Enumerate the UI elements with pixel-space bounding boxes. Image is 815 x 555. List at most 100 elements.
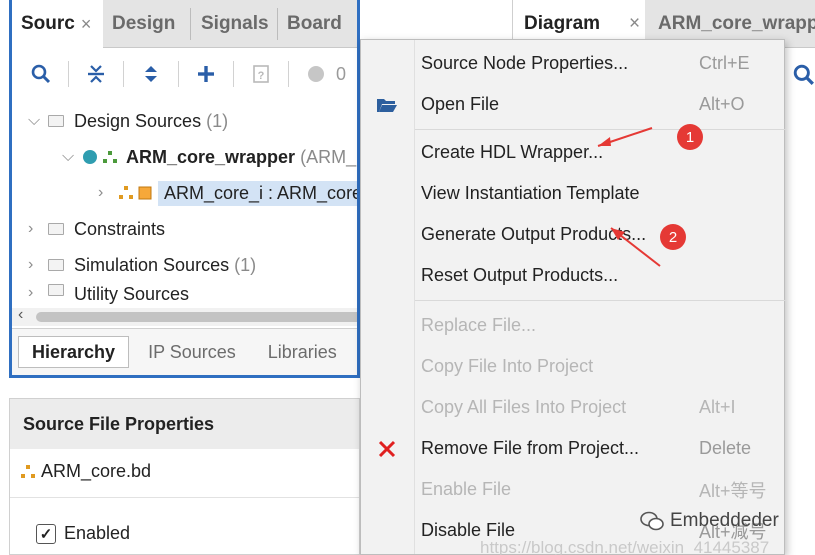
collapse-all-icon[interactable] xyxy=(83,61,109,87)
toolbar-divider xyxy=(68,61,69,87)
menu-item-label: View Instantiation Template xyxy=(421,183,640,203)
properties-file-name: ARM_core.bd xyxy=(41,461,152,481)
chevron-right-icon[interactable]: › xyxy=(28,220,48,238)
block-design-icon xyxy=(119,186,133,199)
chevron-right-icon[interactable]: › xyxy=(98,184,118,202)
watermark-text: Embeddeder xyxy=(670,510,779,531)
sources-panel: Sourc × Design Signals Board ? ? xyxy=(9,0,360,378)
menu-item-label: Replace File... xyxy=(421,315,537,335)
hierarchy-icon xyxy=(103,151,117,163)
folder-icon xyxy=(48,115,64,127)
tab-signals[interactable]: Signals xyxy=(192,0,269,48)
tab-signals-label: Signals xyxy=(201,13,269,34)
tab-divider xyxy=(190,8,191,40)
tree-node-simulation[interactable]: › Simulation Sources (1) xyxy=(28,248,256,282)
tab-board[interactable]: Board xyxy=(278,0,342,48)
source-file-properties-panel: Source File Properties ARM_core.bd ✓ Ena… xyxy=(9,398,360,555)
scroll-left-icon[interactable]: ‹ xyxy=(18,306,23,324)
tree-node-utility[interactable]: › Utility Sources xyxy=(28,284,189,306)
menu-item-copy-file-into-project: Copy File Into Project xyxy=(361,346,784,387)
tab-hierarchy[interactable]: Hierarchy xyxy=(18,336,130,368)
toolbar-divider xyxy=(288,61,289,87)
menu-item-shortcut: Alt+等号 xyxy=(699,480,767,501)
tab-design-label: Design xyxy=(112,13,176,34)
tree-node-wrapper[interactable]: ⌵ ARM_core_wrapper (ARM_ xyxy=(62,140,356,174)
open-folder-icon xyxy=(375,93,399,117)
menu-item-label: Enable File xyxy=(421,479,512,499)
tab-libraries[interactable]: Libraries xyxy=(255,336,350,368)
sources-toolbar: ? 0 xyxy=(12,48,357,100)
menu-item-shortcut: Ctrl+E xyxy=(699,53,750,73)
status-count: 0 xyxy=(336,63,347,84)
menu-item-label: Copy File Into Project xyxy=(421,356,594,376)
menu-item-label: Reset Output Products... xyxy=(421,265,619,285)
tree-node-label: Utility Sources xyxy=(74,284,190,304)
annotation-badge-2: 2 xyxy=(660,224,686,250)
add-icon[interactable] xyxy=(193,61,219,87)
menu-item-remove-file-from-project[interactable]: Remove File from Project... Delete xyxy=(361,428,784,469)
horizontal-scrollbar[interactable]: ‹ xyxy=(12,306,357,326)
menu-item-label: Copy All Files Into Project xyxy=(421,397,627,417)
expand-all-icon[interactable] xyxy=(138,61,164,87)
chevron-down-icon[interactable]: ⌵ xyxy=(62,148,82,166)
source-tree: ⌵ Design Sources (1) ⌵ ARM_core_wrapper … xyxy=(12,100,357,310)
annotation-badge-1: 1 xyxy=(677,124,703,150)
menu-item-generate-output-products[interactable]: Generate Output Products... xyxy=(361,214,784,255)
menu-item-source-node-properties[interactable]: Source Node Properties... Ctrl+E xyxy=(361,43,784,84)
search-icon[interactable] xyxy=(28,61,54,87)
menu-item-label: Remove File from Project... xyxy=(421,438,640,458)
menu-item-open-file[interactable]: Open File Alt+O xyxy=(361,84,784,125)
enabled-checkbox-row[interactable]: ✓ Enabled xyxy=(36,523,130,544)
tab-design[interactable]: Design xyxy=(103,0,175,48)
tab-ip-sources[interactable]: IP Sources xyxy=(135,336,249,368)
top-module-dot-icon xyxy=(83,150,97,164)
menu-item-label: Create HDL Wrapper... xyxy=(421,142,604,162)
toolbar-divider xyxy=(123,61,124,87)
tree-node-label: Design Sources xyxy=(74,110,202,131)
block-design-icon xyxy=(21,464,35,478)
tree-node-count: (1) xyxy=(234,254,257,275)
toolbar-divider xyxy=(233,61,234,87)
context-menu: Source Node Properties... Ctrl+E Open Fi… xyxy=(360,39,786,555)
menu-item-copy-all-files-into-project: Copy All Files Into Project Alt+I xyxy=(361,387,784,428)
properties-file-row: ARM_core.bd xyxy=(20,461,151,482)
wechat-icon xyxy=(640,511,664,531)
menu-item-label: Open File xyxy=(421,94,500,114)
tree-node-count: (1) xyxy=(206,110,229,131)
menu-item-reset-output-products[interactable]: Reset Output Products... xyxy=(361,255,784,296)
menu-item-shortcut: Delete xyxy=(699,438,752,458)
tab-board-label: Board xyxy=(287,13,342,34)
bottom-tab-bar: Hierarchy IP Sources Libraries xyxy=(12,328,357,375)
menu-separator xyxy=(415,129,786,130)
tab-sources-label: Sourc xyxy=(21,13,75,34)
properties-icon[interactable]: ? xyxy=(248,61,274,87)
menu-item-shortcut: Alt+I xyxy=(699,397,736,417)
menu-item-shortcut: Alt+O xyxy=(699,94,745,114)
properties-title: Source File Properties xyxy=(10,399,359,449)
tab-sources[interactable]: Sourc × xyxy=(12,0,103,48)
tree-node-label: Constraints xyxy=(74,218,166,239)
tab-close-icon[interactable]: × xyxy=(81,14,92,35)
menu-item-view-instantiation-template[interactable]: View Instantiation Template xyxy=(361,173,784,214)
url-watermark: https://blog.csdn.net/weixin_41445387 xyxy=(480,538,770,555)
scrollbar-thumb[interactable] xyxy=(36,312,357,322)
svg-text:?: ? xyxy=(258,70,265,82)
status-dot-icon xyxy=(303,61,329,87)
tree-node-suffix: (ARM_ xyxy=(300,146,357,167)
properties-divider xyxy=(10,497,359,498)
search-icon[interactable] xyxy=(793,64,815,91)
tree-node-design-sources[interactable]: ⌵ Design Sources (1) xyxy=(28,104,228,138)
tree-node-instance[interactable]: › ARM_core_i : ARM_core xyxy=(98,176,357,210)
tree-node-label: ARM_core_wrapper xyxy=(126,146,296,167)
menu-item-create-hdl-wrapper[interactable]: Create HDL Wrapper... xyxy=(361,132,784,173)
chevron-down-icon[interactable]: ⌵ xyxy=(28,112,48,130)
enabled-checkbox[interactable]: ✓ xyxy=(36,523,56,544)
folder-icon xyxy=(48,259,64,271)
tree-node-constraints[interactable]: › Constraints xyxy=(28,212,165,246)
menu-item-label: Source Node Properties... xyxy=(421,53,629,73)
chevron-right-icon[interactable]: › xyxy=(28,284,48,302)
folder-icon xyxy=(48,223,64,235)
menu-separator xyxy=(415,300,786,301)
chevron-right-icon[interactable]: › xyxy=(28,256,48,274)
tab-close-icon[interactable]: × xyxy=(629,13,640,35)
